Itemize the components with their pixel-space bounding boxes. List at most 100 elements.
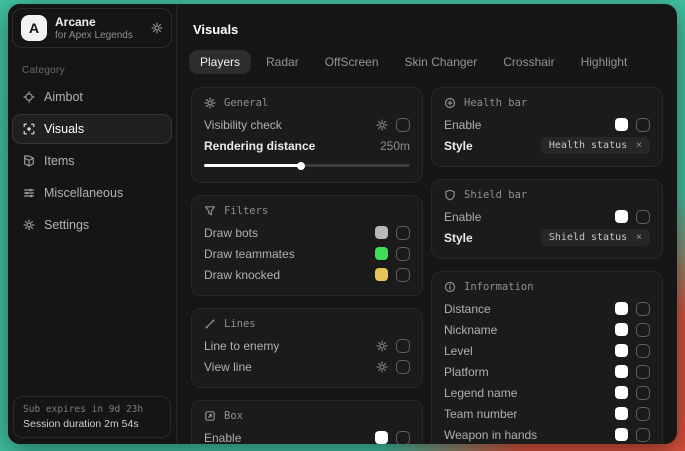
color-swatch[interactable] (375, 431, 388, 444)
sidebar-item-visuals[interactable]: Visuals (12, 114, 172, 144)
row-settings-icon[interactable] (376, 361, 388, 373)
checkbox[interactable] (636, 365, 650, 379)
sidebar-item-items[interactable]: Items (12, 146, 172, 176)
panel-header: Box (204, 410, 410, 422)
panel-title: Shield bar (464, 189, 527, 201)
sub-expiry-text: Sub expires in 9d 23h (23, 404, 161, 415)
app-logo: A (21, 15, 47, 41)
row-distance: Distance (444, 298, 650, 319)
rendering-distance-slider[interactable] (204, 164, 410, 167)
row-controls (615, 407, 650, 421)
color-swatch[interactable] (615, 407, 628, 420)
chip-label: Shield status (549, 232, 627, 243)
chip-label: Health status (549, 140, 627, 151)
color-swatch[interactable] (375, 247, 388, 260)
checkbox[interactable] (636, 118, 650, 132)
health-icon (444, 97, 456, 109)
row-label: Weapon in hands (444, 428, 537, 442)
tab-crosshair[interactable]: Crosshair (492, 50, 565, 74)
row-settings-icon[interactable] (376, 340, 388, 352)
row-value: 250m (380, 139, 410, 153)
sidebar: A Arcane for Apex Legends Category Aimbo… (8, 4, 177, 444)
color-swatch[interactable] (615, 210, 628, 223)
row-settings-icon[interactable] (376, 119, 388, 131)
row-controls (375, 226, 410, 240)
row-label: Visibility check (204, 118, 282, 132)
panel-header: Lines (204, 318, 410, 330)
panel-information: InformationDistanceNicknameLevelPlatform… (431, 271, 663, 444)
style-select-chip[interactable]: Shield status × (541, 229, 650, 246)
checkbox[interactable] (396, 268, 410, 282)
row-enable: Enable (444, 114, 650, 135)
checkbox[interactable] (636, 428, 650, 442)
checkbox[interactable] (396, 431, 410, 445)
panel-header: General (204, 97, 410, 109)
row-controls (615, 118, 650, 132)
color-swatch[interactable] (615, 302, 628, 315)
row-enable: Enable (444, 206, 650, 227)
info-icon (444, 281, 456, 293)
checkbox[interactable] (636, 407, 650, 421)
checkbox[interactable] (636, 302, 650, 316)
row-controls (615, 323, 650, 337)
checkbox[interactable] (636, 344, 650, 358)
panel-header: Health bar (444, 97, 650, 109)
row-label: Nickname (444, 323, 497, 337)
row-draw-bots: Draw bots (204, 222, 410, 243)
color-swatch[interactable] (375, 226, 388, 239)
category-label: Category (22, 65, 162, 76)
funnel-icon (204, 205, 216, 217)
tab-players[interactable]: Players (189, 50, 251, 74)
row-controls: Shield status × (541, 229, 650, 246)
checkbox[interactable] (636, 386, 650, 400)
tab-offscreen[interactable]: OffScreen (314, 50, 390, 74)
slider-thumb[interactable] (297, 162, 305, 170)
color-swatch[interactable] (615, 323, 628, 336)
shield-icon (444, 189, 456, 201)
cube-icon (23, 155, 35, 167)
panel-header: Filters (204, 205, 410, 217)
color-swatch[interactable] (615, 118, 628, 131)
tab-highlight[interactable]: Highlight (570, 50, 639, 74)
panel-filters: FiltersDraw botsDraw teammatesDraw knock… (191, 195, 423, 296)
row-controls (375, 268, 410, 282)
row-controls (615, 302, 650, 316)
color-swatch[interactable] (615, 386, 628, 399)
row-label: Draw bots (204, 226, 258, 240)
chip-close-icon[interactable]: × (636, 232, 642, 243)
checkbox[interactable] (396, 247, 410, 261)
sidebar-item-aimbot[interactable]: Aimbot (12, 82, 172, 112)
sidebar-item-label: Settings (44, 218, 89, 232)
panel-header: Shield bar (444, 189, 650, 201)
row-controls (376, 118, 410, 132)
row-label: Draw teammates (204, 247, 295, 261)
checkbox[interactable] (396, 360, 410, 374)
panel-columns: General Visibility check Rendering distanc… (189, 87, 665, 444)
color-swatch[interactable] (615, 344, 628, 357)
tab-skin-changer[interactable]: Skin Changer (394, 50, 489, 74)
row-controls (615, 344, 650, 358)
gear-icon (204, 97, 216, 109)
line-icon (204, 318, 216, 330)
sidebar-item-settings[interactable]: Settings (12, 210, 172, 240)
panel-title: Box (224, 410, 243, 422)
checkbox[interactable] (636, 210, 650, 224)
sidebar-item-miscellaneous[interactable]: Miscellaneous (12, 178, 172, 208)
tab-radar[interactable]: Radar (255, 50, 310, 74)
checkbox[interactable] (396, 226, 410, 240)
checkbox[interactable] (636, 323, 650, 337)
checkbox[interactable] (396, 118, 410, 132)
chip-close-icon[interactable]: × (636, 140, 642, 151)
settings-icon[interactable] (151, 22, 163, 34)
row-label: Rendering distance (204, 139, 315, 153)
checkbox[interactable] (396, 339, 410, 353)
row-label: Team number (444, 407, 517, 421)
panel-title: Information (464, 281, 534, 293)
color-swatch[interactable] (615, 428, 628, 441)
color-swatch[interactable] (615, 365, 628, 378)
panel-lines: LinesLine to enemyView line (191, 308, 423, 388)
style-select-chip[interactable]: Health status × (541, 137, 650, 154)
row-draw-teammates: Draw teammates (204, 243, 410, 264)
color-swatch[interactable] (375, 268, 388, 281)
sidebar-item-label: Visuals (44, 122, 84, 136)
